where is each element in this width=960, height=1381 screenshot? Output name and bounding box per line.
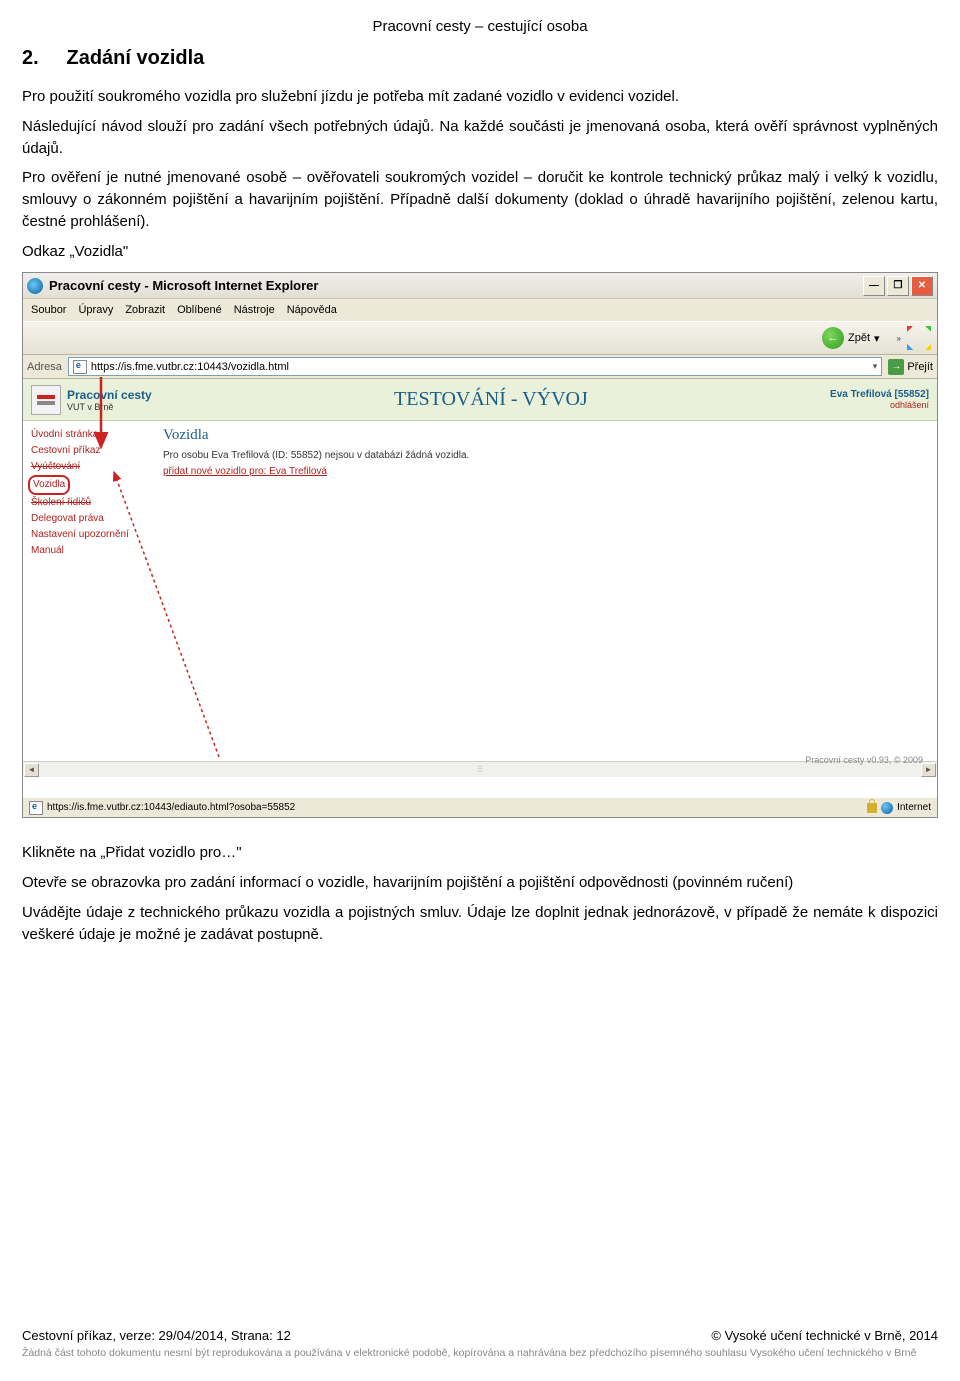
back-button[interactable]: ← Zpět ▾ [813, 324, 889, 352]
browser-menubar: Soubor Úpravy Zobrazit Oblíbené Nástroje… [23, 299, 937, 321]
logout-link[interactable]: odhlášení [830, 400, 929, 410]
page-content: Pracovní cesty VUT v Brně TESTOVÁNÍ - VÝ… [23, 379, 937, 797]
section-title-text: Zadání vozidla [66, 47, 204, 69]
menu-item[interactable]: Nápověda [287, 304, 337, 316]
paragraph: Pro použití soukromého vozidla pro služe… [22, 86, 938, 108]
footer-right: © Vysoké učení technické v Brně, 2014 [711, 1328, 938, 1343]
paragraph: Otevře se obrazovka pro zadání informací… [22, 872, 938, 894]
sidebar-item-manual[interactable]: Manuál [31, 543, 145, 559]
section-heading: 2. Zadání vozidla [0, 35, 960, 86]
info-text: Pro osobu Eva Trefilová (ID: 55852) nejs… [163, 450, 927, 461]
menu-item[interactable]: Úpravy [78, 304, 113, 316]
address-input[interactable]: https://is.fme.vutbr.cz:10443/vozidla.ht… [68, 357, 882, 376]
app-header: Pracovní cesty VUT v Brně TESTOVÁNÍ - VÝ… [23, 379, 937, 421]
sidebar-item-travelorder[interactable]: Cestovní příkaz [31, 443, 145, 459]
menu-item[interactable]: Nástroje [234, 304, 275, 316]
sidebar: Úvodní stránka Cestovní příkaz Vyúčtován… [23, 421, 153, 761]
scroll-left-icon[interactable]: ◄ [24, 763, 39, 777]
menu-item[interactable]: Soubor [31, 304, 66, 316]
chevron-down-icon: ▾ [874, 332, 880, 345]
app-center-banner: TESTOVÁNÍ - VÝVOJ [152, 388, 830, 411]
sidebar-item-billing[interactable]: Vyúčtování [31, 459, 145, 475]
globe-icon [881, 802, 893, 814]
address-label: Adresa [27, 361, 62, 373]
paragraph: Odkaz „Vozidla" [22, 241, 938, 263]
page-footer: Cestovní příkaz, verze: 29/04/2014, Stra… [22, 1328, 938, 1361]
main-content: Vozidla Pro osobu Eva Trefilová (ID: 558… [153, 421, 937, 761]
sidebar-item-delegate[interactable]: Delegovat práva [31, 511, 145, 527]
close-button[interactable]: ✕ [911, 276, 933, 296]
security-zone: Internet [897, 802, 931, 813]
horizontal-scrollbar[interactable]: ◄ ⠿ ► [23, 761, 937, 777]
go-button[interactable]: → Přejít [888, 359, 933, 375]
user-name: Eva Trefilová [55852] [830, 389, 929, 400]
back-label: Zpět [848, 332, 870, 344]
app-title: Pracovní cesty [67, 388, 152, 402]
back-arrow-icon: ← [822, 327, 844, 349]
app-subtitle: VUT v Brně [67, 402, 152, 412]
sidebar-item-home[interactable]: Úvodní stránka [31, 427, 145, 443]
scroll-right-icon[interactable]: ► [921, 763, 936, 777]
go-label: Přejít [907, 361, 933, 373]
address-url: https://is.fme.vutbr.cz:10443/vozidla.ht… [91, 361, 289, 373]
browser-screenshot: Pracovní cesty - Microsoft Internet Expl… [22, 272, 938, 818]
go-arrow-icon: → [888, 359, 904, 375]
paragraph: Následující návod slouží pro zadání všec… [22, 116, 938, 160]
toolbar-chevron-icon[interactable]: » [897, 334, 901, 343]
browser-toolbar: ← Zpět ▾ » [23, 321, 937, 355]
app-logo-icon [31, 385, 61, 415]
paragraph: Klikněte na „Přidat vozidlo pro…" [22, 842, 938, 864]
menu-item[interactable]: Oblíbené [177, 304, 222, 316]
windows-flag-icon [907, 326, 931, 350]
lock-icon [867, 803, 877, 813]
section-number: 2. [22, 47, 39, 69]
paragraph: Pro ověření je nutné jmenované osobě – o… [22, 167, 938, 232]
menu-item[interactable]: Zobrazit [125, 304, 165, 316]
status-url: https://is.fme.vutbr.cz:10443/ediauto.ht… [47, 802, 295, 813]
sidebar-item-notifications[interactable]: Nastavení upozornění [31, 527, 145, 543]
dropdown-icon[interactable]: ▾ [873, 361, 878, 372]
sidebar-item-training[interactable]: Školení řidičů [31, 495, 145, 511]
window-title: Pracovní cesty - Microsoft Internet Expl… [49, 278, 863, 293]
page-icon [73, 360, 87, 374]
scroll-grip: ⠿ [39, 765, 921, 774]
app-version-text: Pracovní cesty v0.93, © 2009 [805, 755, 923, 765]
page-header-breadcrumb: Pracovní cesty – cestující osoba [0, 0, 960, 35]
address-bar: Adresa https://is.fme.vutbr.cz:10443/voz… [23, 355, 937, 379]
add-vehicle-link[interactable]: přidat nové vozidlo pro: Eva Trefilová [163, 466, 327, 477]
maximize-button[interactable]: ❐ [887, 276, 909, 296]
window-titlebar: Pracovní cesty - Microsoft Internet Expl… [23, 273, 937, 299]
ie-icon [27, 278, 43, 294]
content-heading: Vozidla [163, 427, 927, 444]
footer-left: Cestovní příkaz, verze: 29/04/2014, Stra… [22, 1328, 291, 1343]
status-bar: https://is.fme.vutbr.cz:10443/ediauto.ht… [23, 797, 937, 817]
paragraph: Uvádějte údaje z technického průkazu voz… [22, 902, 938, 946]
footer-disclaimer: Žádná část tohoto dokumentu nesmí být re… [22, 1347, 938, 1361]
sidebar-item-vehicles[interactable]: Vozidla [33, 477, 65, 493]
page-icon [29, 801, 43, 815]
minimize-button[interactable]: — [863, 276, 885, 296]
